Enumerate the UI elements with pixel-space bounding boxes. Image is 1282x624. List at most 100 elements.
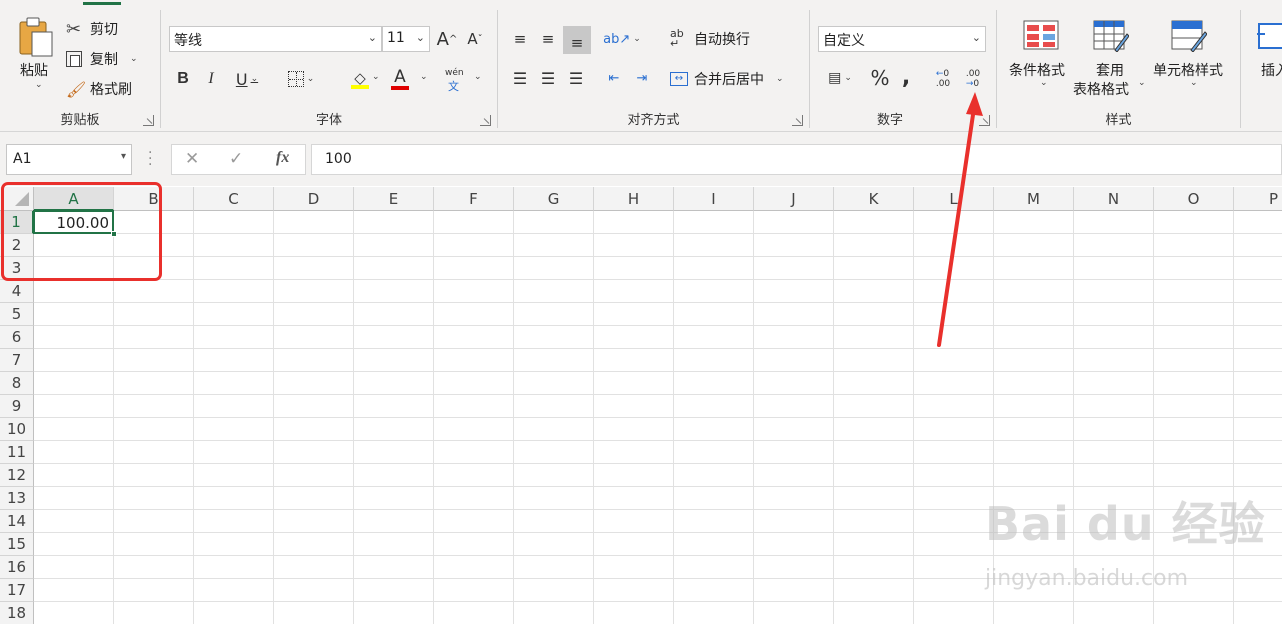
row-header[interactable]: 9 [0,395,34,418]
align-middle-icon: ≡ [541,30,555,48]
insert-button[interactable]: 插入 [1255,18,1282,98]
name-box[interactable]: A1 ▾ [6,144,132,175]
row-header[interactable]: 4 [0,280,34,303]
column-header[interactable]: G [514,187,594,211]
column-header[interactable]: J [754,187,834,211]
row-header[interactable]: 8 [0,372,34,395]
phonetic-dropdown-icon[interactable]: ⌄ [474,72,482,82]
chevron-down-icon[interactable]: ▾ [121,151,126,162]
gridline [34,279,1282,280]
gridline [34,417,1282,418]
align-center-button[interactable]: ☰ [536,66,560,90]
wrap-text-button[interactable]: ab ↵ 自动换行 [670,28,750,50]
row-header[interactable]: 14 [0,510,34,533]
align-right-icon: ☰ [568,68,584,88]
row-header[interactable]: 11 [0,441,34,464]
column-header[interactable]: P [1234,187,1282,211]
cell-styles-dropdown-icon[interactable]: ⌄ [1190,78,1198,88]
align-right-button[interactable]: ☰ [564,66,588,90]
row-header[interactable]: 5 [0,303,34,326]
number-launcher-icon[interactable] [979,115,990,126]
column-header[interactable]: F [434,187,514,211]
column-header[interactable]: N [1074,187,1154,211]
clipboard-launcher-icon[interactable] [143,115,154,126]
column-header[interactable]: C [194,187,274,211]
column-header[interactable]: D [274,187,354,211]
insert-function-icon[interactable]: fx [276,149,289,167]
column-header[interactable]: M [994,187,1074,211]
format-painter-label: 格式刷 [90,82,132,98]
row-header[interactable]: 18 [0,602,34,624]
format-painter-button[interactable]: 🖌 格式刷 [66,78,132,100]
accounting-format-button[interactable]: ▤ ⌄ [820,66,860,90]
cancel-icon[interactable]: ✕ [185,149,199,169]
column-header[interactable]: E [354,187,434,211]
font-color-button[interactable]: A [387,66,413,92]
row-header[interactable]: 15 [0,533,34,556]
row-header[interactable]: 13 [0,487,34,510]
orientation-button[interactable]: ab↗ ⌄ [602,26,642,52]
font-size-select[interactable]: 11 ⌄ [382,26,430,52]
decrease-indent-button[interactable]: ⇤ [602,66,626,90]
merge-dropdown-icon[interactable]: ⌄ [776,74,784,84]
column-header[interactable]: L [914,187,994,211]
brush-icon: 🖌 [66,79,87,99]
row-header[interactable]: 17 [0,579,34,602]
formula-input[interactable]: 100 [311,144,1282,175]
enter-icon[interactable]: ✓ [229,149,243,169]
percent-button[interactable]: % [868,66,892,90]
cut-button[interactable]: ✂ 剪切 [66,18,118,40]
align-top-button[interactable]: ≡ [508,26,532,52]
align-left-button[interactable]: ☰ [508,66,532,90]
border-button[interactable]: ⌄ [281,68,321,90]
fill-color-dropdown-icon[interactable]: ⌄ [372,72,380,82]
column-header[interactable]: O [1154,187,1234,211]
align-middle-button[interactable]: ≡ [536,26,560,52]
merge-center-button[interactable]: ↔ 合并后居中 ⌄ [670,68,784,90]
paste-label: 粘贴 [20,63,48,79]
worksheet-grid[interactable]: A B C D E F G H I J K L M N O P 1 2 3 4 5 6 7 8 9 10 11 12 13 14 15 16 1… [0,187,1282,624]
align-bottom-button[interactable]: ≡ [563,26,591,54]
fill-color-bar [351,85,369,89]
paste-dropdown-icon[interactable]: ⌄ [35,80,43,90]
conditional-format-button[interactable]: 条件格式 ⌄ [1005,18,1075,98]
increase-indent-button[interactable]: ⇥ [630,66,654,90]
font-color-dropdown-icon[interactable]: ⌄ [420,72,428,82]
increase-font-button[interactable]: A ^ [435,26,459,52]
underline-button[interactable]: U ⌄ [227,68,267,90]
table-format-button[interactable]: 套用 表格格式 ⌄ [1073,18,1149,98]
cell-styles-button[interactable]: 单元格样式 ⌄ [1151,18,1231,98]
increase-decimal-icon: ←0.00 [935,69,951,89]
row-header[interactable]: 6 [0,326,34,349]
comma-style-button[interactable]: , [896,64,916,90]
column-header[interactable]: H [594,187,674,211]
decrease-font-button[interactable]: Aˇ [463,26,487,52]
conditional-dropdown-icon[interactable]: ⌄ [1040,78,1048,88]
font-name-select[interactable]: 等线 ⌄ [169,26,382,52]
phonetic-icon: 文 [448,80,459,93]
decrease-indent-icon: ⇤ [608,70,620,86]
insert-label: 插入 [1261,63,1282,79]
row-header[interactable]: 7 [0,349,34,372]
row-header[interactable]: 12 [0,464,34,487]
column-header[interactable]: K [834,187,914,211]
watermark-url: jingyan.baidu.com [985,566,1189,591]
formula-bar-grip-icon[interactable]: · · · [148,146,152,172]
copy-dropdown-icon[interactable]: ⌄ [130,54,138,64]
copy-button[interactable]: 复制 ⌄ [66,48,138,70]
column-header[interactable]: I [674,187,754,211]
phonetic-button[interactable]: wén 文 ⌄ [443,68,489,93]
alignment-launcher-icon[interactable] [792,115,803,126]
row-header[interactable]: 16 [0,556,34,579]
paste-button[interactable]: 粘贴 ⌄ [14,14,58,94]
bold-button[interactable]: B [171,68,195,90]
decrease-decimal-button[interactable]: .00 →0 [960,66,986,92]
increase-decimal-button[interactable]: ←0.00 [930,66,956,92]
underline-icon: U [235,69,248,89]
row-header[interactable]: 10 [0,418,34,441]
number-format-select[interactable]: 自定义 ⌄ [818,26,986,52]
table-format-dropdown-icon[interactable]: ⌄ [1138,78,1146,88]
italic-button[interactable]: I [199,68,223,90]
font-launcher-icon[interactable] [480,115,491,126]
gridline [34,555,1282,556]
